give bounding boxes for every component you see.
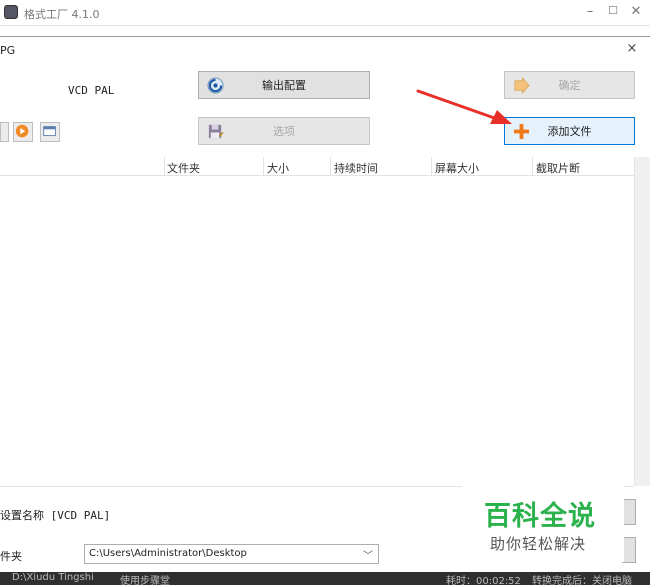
swirl-icon [207,77,224,94]
output-folder-select[interactable]: C:\Users\Administrator\Desktop ﹀ [84,544,379,564]
options-button[interactable]: 选项 [198,117,370,145]
add-file-button[interactable]: 添加文件 [504,117,635,145]
watermark-title: 百科全说 [484,501,596,532]
play-circle-icon [15,124,29,138]
screen-icon[interactable] [40,122,60,142]
profile-label: 设置名称 [VCD PAL] [0,509,111,522]
maximize-button[interactable]: ☐ [603,4,623,17]
status-path: D:\Xiudu Tingshi [12,572,94,583]
window-icon [43,126,56,137]
arrow-right-icon [514,77,530,94]
ok-button[interactable]: 确定 [504,71,635,99]
output-config-label: 输出配置 [262,79,306,92]
output-folder-label: 件夹 [0,550,22,563]
column-separator [330,157,331,176]
minimize-button[interactable]: – [580,4,600,19]
chevron-down-icon: ﹀ [363,551,373,562]
profile-name: VCD PAL [68,84,115,97]
watermark: 百科全说 助你轻松解决 [462,486,624,562]
plus-icon [513,123,530,140]
options-label: 选项 [273,125,295,138]
column-clip[interactable]: 截取片断 [536,160,580,176]
status-bar: D:\Xiudu Tingshi 使用步骤堂 耗时：00:02:52 转换完成后… [0,572,650,585]
window-close-button[interactable]: ✕ [626,4,646,19]
column-screen-size[interactable]: 屏幕大小 [435,160,479,176]
toolbar-icon-clip[interactable] [0,122,9,142]
vertical-scrollbar[interactable] [634,157,650,486]
column-separator [532,157,533,176]
dialog-title: PG [0,44,16,57]
side-button-top[interactable] [622,499,636,525]
column-folder[interactable]: 文件夹 [167,160,200,176]
column-separator [431,157,432,176]
column-separator [164,157,165,176]
file-list[interactable] [0,176,634,486]
file-table-header: 文件夹 大小 持续时间 屏幕大小 截取片断 [0,157,634,176]
status-elapsed: 耗时：00:02:52 [446,576,521,585]
play-icon[interactable] [13,122,33,142]
column-separator [263,157,264,176]
app-title: 格式工厂 4.1.0 [24,8,100,21]
status-after-complete: 转换完成后：关闭电脑 [532,576,632,585]
output-config-button[interactable]: 输出配置 [198,71,370,99]
main-titlebar: 格式工厂 4.1.0 – ☐ ✕ [0,0,650,26]
ok-label: 确定 [558,79,581,92]
side-button-bottom[interactable] [622,537,636,563]
status-steps: 使用步骤堂 [120,576,170,585]
dialog-close-button[interactable]: × [624,41,640,56]
output-folder-value: C:\Users\Administrator\Desktop [89,548,247,559]
column-duration[interactable]: 持续时间 [334,160,378,176]
add-file-label: 添加文件 [547,125,592,138]
column-size[interactable]: 大小 [267,160,289,176]
watermark-subtitle: 助你轻松解决 [490,535,587,553]
floppy-icon [208,124,224,139]
app-icon [4,5,18,19]
